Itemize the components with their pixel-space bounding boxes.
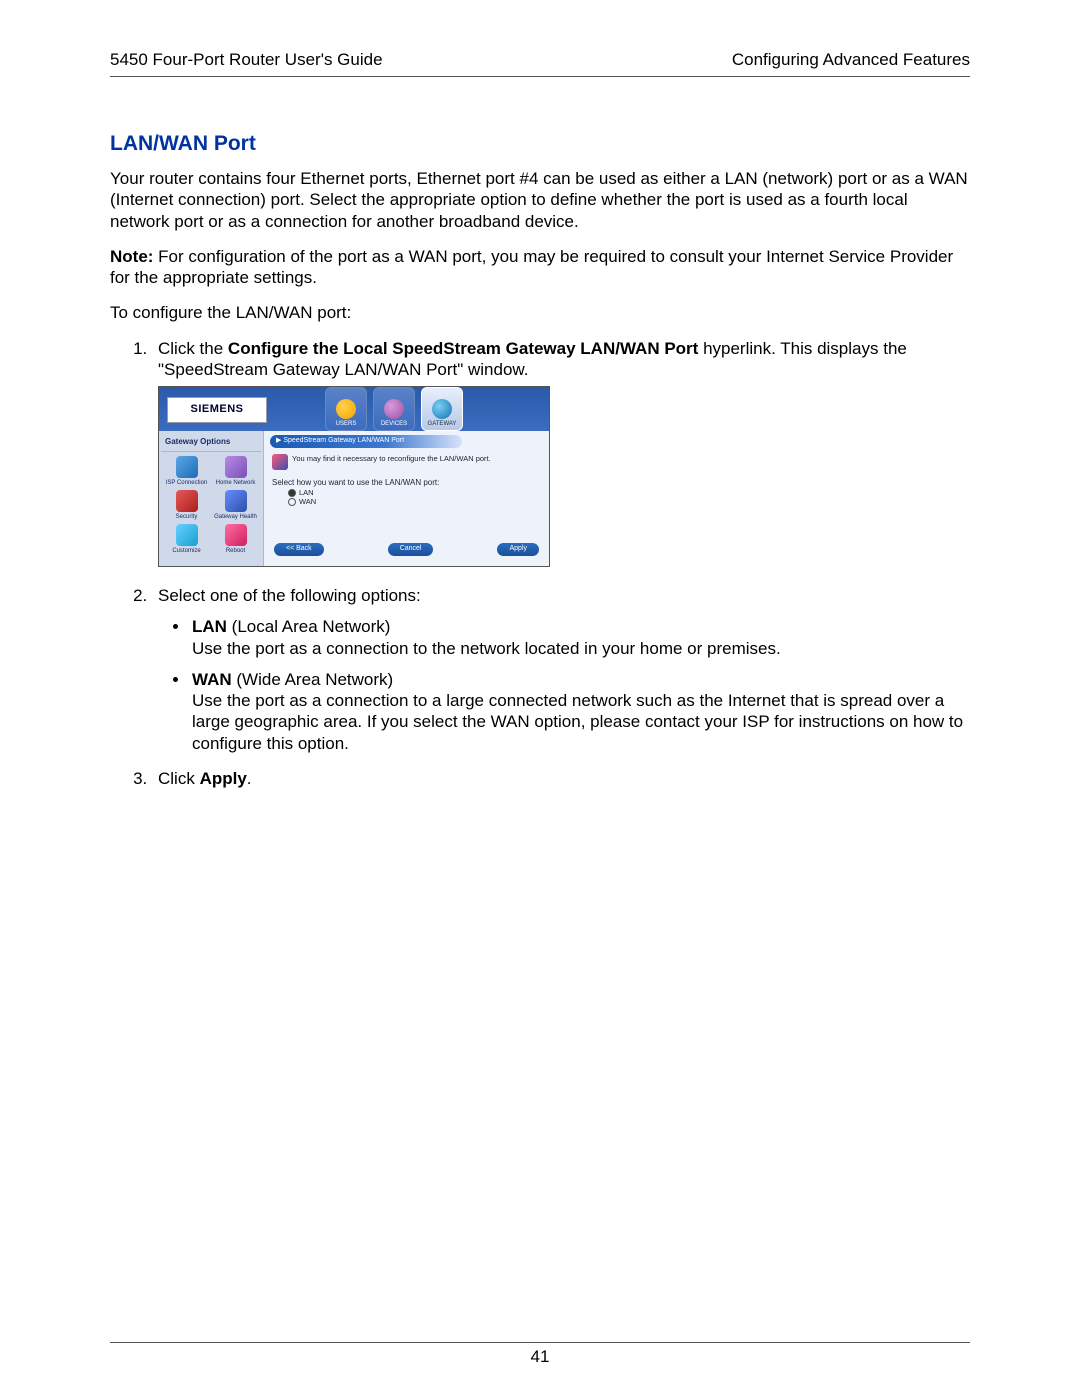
sidebar-item-reboot[interactable]: Reboot (212, 524, 259, 554)
cancel-button[interactable]: Cancel (388, 543, 434, 556)
opt-wan-bold: WAN (192, 670, 232, 689)
ss-body: Gateway Options ISP Connection Home Netw… (159, 431, 549, 566)
tab-devices-label: DEVICES (381, 421, 407, 429)
tab-devices[interactable]: DEVICES (373, 387, 415, 431)
document-page: 5450 Four-Port Router User's Guide Confi… (0, 0, 1080, 1397)
step3-post: . (247, 769, 252, 788)
health-label: Gateway Health (214, 514, 257, 520)
step1-link: Configure the Local SpeedStream Gateway … (228, 339, 698, 358)
ss-sidebar: Gateway Options ISP Connection Home Netw… (159, 431, 264, 566)
header-right: Configuring Advanced Features (732, 50, 970, 70)
note-text: For configuration of the port as a WAN p… (110, 247, 953, 287)
page-number: 41 (531, 1347, 550, 1366)
page-footer: 41 (110, 1342, 970, 1367)
sidebar-item-customize[interactable]: Customize (163, 524, 210, 554)
customize-icon (176, 524, 198, 546)
tab-gateway-label: GATEWAY (428, 421, 457, 429)
sidebar-item-security[interactable]: Security (163, 490, 210, 520)
apply-button[interactable]: Apply (497, 543, 539, 556)
intro-paragraph: Your router contains four Ethernet ports… (110, 168, 970, 232)
home-label: Home Network (216, 480, 256, 486)
select-label: Select how you want to use the LAN/WAN p… (270, 478, 543, 488)
radio-lan-label: LAN (288, 488, 314, 497)
customize-label: Customize (172, 548, 200, 554)
isp-label: ISP Connection (166, 480, 208, 486)
info-row: You may find it necessary to reconfigure… (270, 452, 543, 478)
home-icon (225, 456, 247, 478)
opt-lan-bold: LAN (192, 617, 227, 636)
page-header: 5450 Four-Port Router User's Guide Confi… (110, 50, 970, 77)
embedded-screenshot: SIEMENS USERS DEVICES GATEWAY (158, 386, 550, 567)
opt-lan-desc: Use the port as a connection to the netw… (192, 639, 781, 658)
options-list: LAN (Local Area Network) Use the port as… (158, 616, 970, 754)
info-text: You may find it necessary to reconfigure… (292, 454, 491, 463)
note-label: Note: (110, 247, 153, 266)
radio-group: LAN WAN (270, 488, 543, 507)
sidebar-item-isp[interactable]: ISP Connection (163, 456, 210, 486)
step3-bold: Apply (200, 769, 247, 788)
security-icon (176, 490, 198, 512)
opt-wan-desc: Use the port as a connection to a large … (192, 691, 963, 753)
radio-wan-label: WAN (288, 497, 316, 506)
reboot-label: Reboot (226, 548, 245, 554)
devices-icon (384, 399, 404, 419)
ss-tabbar: USERS DEVICES GATEWAY (275, 387, 463, 431)
step-2: Select one of the following options: LAN… (152, 585, 970, 754)
steps-list: Click the Configure the Local SpeedStrea… (110, 338, 970, 790)
option-wan: WAN (Wide Area Network) Use the port as … (190, 669, 970, 754)
users-icon (336, 399, 356, 419)
header-left: 5450 Four-Port Router User's Guide (110, 50, 383, 70)
tab-users[interactable]: USERS (325, 387, 367, 431)
tab-users-label: USERS (336, 421, 357, 429)
security-label: Security (176, 514, 198, 520)
reboot-icon (225, 524, 247, 546)
step2-text: Select one of the following options: (158, 586, 421, 605)
section-title: LAN/WAN Port (110, 132, 970, 156)
step-1: Click the Configure the Local SpeedStrea… (152, 338, 970, 568)
radio-wan[interactable]: WAN (288, 497, 543, 506)
tab-gateway[interactable]: GATEWAY (421, 387, 463, 431)
option-lan: LAN (Local Area Network) Use the port as… (190, 616, 970, 659)
sidebar-heading: Gateway Options (161, 435, 261, 452)
siemens-logo: SIEMENS (167, 397, 267, 423)
health-icon (225, 490, 247, 512)
button-bar: << Back Cancel Apply (270, 531, 543, 560)
step1-pre: Click the (158, 339, 228, 358)
isp-icon (176, 456, 198, 478)
panel-title: ▶ SpeedStream Gateway LAN/WAN Port (270, 435, 462, 448)
ss-main: ▶ SpeedStream Gateway LAN/WAN Port You m… (264, 431, 549, 566)
note-paragraph: Note: For configuration of the port as a… (110, 246, 970, 289)
opt-wan-paren: (Wide Area Network) (232, 670, 394, 689)
opt-lan-paren: (Local Area Network) (227, 617, 390, 636)
gateway-icon (432, 399, 452, 419)
sidebar-item-health[interactable]: Gateway Health (212, 490, 259, 520)
radio-lan[interactable]: LAN (288, 488, 543, 497)
ss-topbar: SIEMENS USERS DEVICES GATEWAY (159, 387, 549, 431)
tools-icon (272, 454, 288, 470)
sidebar-item-home[interactable]: Home Network (212, 456, 259, 486)
lead-in: To configure the LAN/WAN port: (110, 302, 970, 323)
step-3: Click Apply. (152, 768, 970, 789)
step3-pre: Click (158, 769, 200, 788)
back-button[interactable]: << Back (274, 543, 324, 556)
